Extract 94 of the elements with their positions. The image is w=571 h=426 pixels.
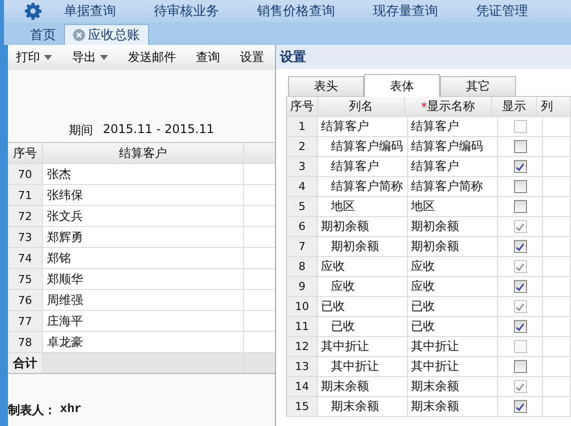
table-cell: 庄海平 bbox=[43, 311, 244, 331]
column-header: *显示名称 bbox=[405, 97, 492, 116]
row-number: 14 bbox=[287, 377, 318, 396]
row-number: 3 bbox=[287, 157, 318, 176]
table-cell: 其中折让 bbox=[318, 337, 408, 356]
table-cell: 张杰 bbox=[43, 164, 244, 184]
row-number: 4 bbox=[287, 177, 318, 196]
column-header: 列 bbox=[537, 97, 571, 116]
toolbar-button[interactable]: 查询 bbox=[188, 49, 228, 66]
table-cell: 结算客户简称 bbox=[408, 177, 498, 196]
menu-item[interactable]: 现存量查询 bbox=[373, 2, 438, 20]
table-cell: 期初余额 bbox=[408, 217, 498, 236]
table-cell: 地区 bbox=[408, 197, 498, 216]
row-number: 7 bbox=[287, 237, 318, 256]
menu-item[interactable]: 待审核业务 bbox=[154, 2, 219, 20]
row-number: 71 bbox=[8, 185, 43, 205]
row-number: 2 bbox=[287, 137, 318, 156]
table-cell: 结算客户编码 bbox=[408, 137, 498, 156]
column-header: 结算客户 bbox=[43, 143, 244, 163]
toolbar-button[interactable]: 打印 bbox=[8, 49, 60, 66]
toolbar-button[interactable]: 发送邮件 bbox=[120, 49, 184, 66]
total-label: 合计 bbox=[8, 353, 43, 373]
table-cell: 郑铭 bbox=[43, 248, 244, 268]
page-tab[interactable]: 应收总账 bbox=[64, 24, 149, 45]
table-cell: 已收 bbox=[318, 297, 408, 316]
row-number: 75 bbox=[8, 269, 43, 289]
table-cell: 期初余额 bbox=[318, 237, 408, 256]
settings-tab[interactable]: 其它 bbox=[440, 76, 516, 96]
close-icon[interactable] bbox=[73, 29, 85, 41]
table-cell: 应收 bbox=[408, 277, 498, 296]
column-header: 序号 bbox=[287, 97, 318, 116]
toolbar-button[interactable]: 设置 bbox=[232, 49, 272, 66]
required-mark: * bbox=[421, 100, 427, 114]
period-label: 期间 bbox=[68, 122, 93, 139]
row-number: 73 bbox=[8, 227, 43, 247]
table-cell: 其中折让 bbox=[408, 337, 498, 356]
table-cell: 周维强 bbox=[43, 290, 244, 310]
row-number: 12 bbox=[287, 337, 318, 356]
table-cell: 张文兵 bbox=[43, 206, 244, 226]
row-number: 6 bbox=[287, 217, 318, 236]
table-cell: 应收 bbox=[318, 277, 408, 296]
table-cell: 应收 bbox=[318, 257, 408, 276]
settings-tab[interactable]: 表头 bbox=[288, 76, 364, 96]
row-number: 5 bbox=[287, 197, 318, 216]
table-cell: 其中折让 bbox=[408, 357, 498, 376]
period-value: 2015.11 - 2015.11 bbox=[102, 122, 214, 138]
row-number: 1 bbox=[287, 117, 318, 136]
table-cell: 其中折让 bbox=[318, 357, 408, 376]
row-number: 77 bbox=[8, 311, 43, 331]
table-cell: 结算客户简称 bbox=[318, 177, 408, 196]
row-number: 76 bbox=[8, 290, 43, 310]
table-cell: 郑顺华 bbox=[43, 269, 244, 289]
row-number: 70 bbox=[8, 164, 43, 184]
page-tab[interactable]: 首页 bbox=[22, 25, 64, 45]
row-number: 11 bbox=[287, 317, 318, 336]
table-cell: 地区 bbox=[318, 197, 408, 216]
column-header: 序号 bbox=[8, 143, 43, 163]
table-cell: 结算客户 bbox=[408, 157, 498, 176]
table-cell: 结算客户 bbox=[408, 117, 498, 136]
row-number: 74 bbox=[8, 248, 43, 268]
menu-item[interactable]: 销售价格查询 bbox=[257, 2, 335, 20]
column-header: 显示 bbox=[492, 97, 537, 116]
table-cell: 期初余额 bbox=[318, 217, 408, 236]
table-cell: 卓龙豪 bbox=[43, 332, 244, 352]
table-cell: 已收 bbox=[318, 317, 408, 336]
table-cell: 期末余额 bbox=[408, 397, 498, 416]
menu-item[interactable]: 凭证管理 bbox=[476, 2, 528, 20]
maker-name: xhr bbox=[60, 402, 82, 418]
settings-icon[interactable] bbox=[24, 2, 42, 20]
table-cell: 结算客户 bbox=[318, 157, 408, 176]
table-cell: 已收 bbox=[408, 317, 498, 336]
table-cell: 应收 bbox=[408, 257, 498, 276]
row-number: 13 bbox=[287, 357, 318, 376]
menu-item[interactable]: 单据查询 bbox=[64, 2, 116, 20]
row-number: 10 bbox=[287, 297, 318, 316]
row-number: 9 bbox=[287, 277, 318, 296]
row-number: 78 bbox=[8, 332, 43, 352]
maker-label: 制表人： bbox=[8, 402, 56, 419]
row-number: 8 bbox=[287, 257, 318, 276]
settings-tab[interactable]: 表体 bbox=[364, 74, 440, 97]
row-number: 15 bbox=[287, 397, 318, 416]
table-cell: 张纬保 bbox=[43, 185, 244, 205]
table-cell: 结算客户 bbox=[318, 117, 408, 136]
toolbar-button[interactable]: 导出 bbox=[64, 49, 116, 66]
table-cell: 期末余额 bbox=[318, 377, 408, 396]
row-number: 72 bbox=[8, 206, 43, 226]
table-cell: 郑辉勇 bbox=[43, 227, 244, 247]
table-cell: 期初余额 bbox=[408, 237, 498, 256]
column-header: 列名 bbox=[318, 97, 405, 116]
table-cell: 结算客户编码 bbox=[318, 137, 408, 156]
table-cell: 期末余额 bbox=[408, 377, 498, 396]
table-cell: 期末余额 bbox=[318, 397, 408, 416]
panel-title: 设置 bbox=[278, 49, 307, 67]
table-cell: 已收 bbox=[408, 297, 498, 316]
